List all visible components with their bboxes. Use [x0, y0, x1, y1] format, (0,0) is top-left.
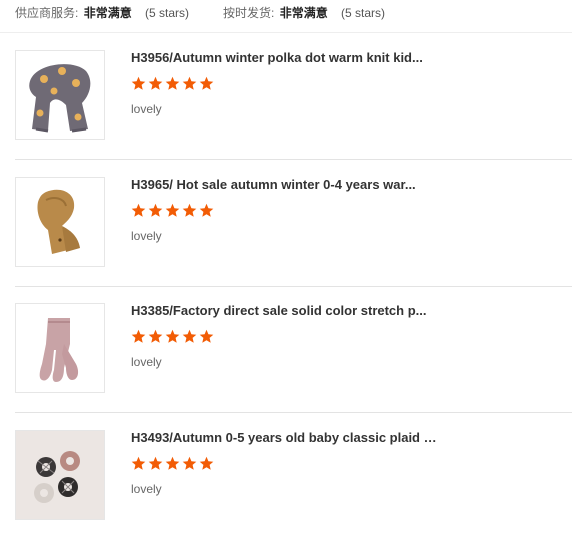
plaid-scrunchies-image — [16, 431, 104, 519]
review-comment: lovely — [131, 482, 162, 496]
review-comment: lovely — [131, 102, 162, 116]
review-comment: lovely — [131, 355, 162, 369]
star-icon — [165, 456, 180, 470]
rating-stars — [131, 203, 214, 221]
polka-dot-scarf-thumbnail[interactable] — [15, 50, 105, 140]
rating-stars — [131, 329, 214, 347]
supplier-service-rating: 供应商服务: 非常满意 (5 stars) — [15, 4, 189, 21]
star-icon — [148, 456, 163, 470]
rating-stars — [131, 456, 214, 474]
star-icon — [182, 76, 197, 90]
star-icon — [199, 203, 214, 217]
star-icon — [182, 203, 197, 217]
on-time-delivery-value: 非常满意 — [279, 6, 328, 20]
star-icon — [199, 76, 214, 90]
star-icon — [165, 76, 180, 90]
brown-scarf-thumbnail[interactable] — [15, 177, 105, 267]
star-icon — [165, 329, 180, 343]
pink-tights-image — [16, 304, 104, 392]
supplier-service-value: 非常满意 — [83, 6, 132, 20]
product-title[interactable]: H3385/Factory direct sale solid color st… — [131, 303, 441, 319]
rating-summary-bar: 供应商服务: 非常满意 (5 stars) 按时发货: 非常满意 (5 star… — [0, 0, 572, 33]
review-item: H3385/Factory direct sale solid color st… — [15, 286, 572, 413]
on-time-delivery-label: 按时发货: — [223, 6, 275, 20]
brown-scarf-image — [16, 178, 104, 266]
star-icon — [199, 456, 214, 470]
product-title[interactable]: H3956/Autumn winter polka dot warm knit … — [131, 50, 441, 66]
star-icon — [131, 203, 146, 217]
star-icon — [131, 456, 146, 470]
on-time-delivery-stars: (5 stars) — [341, 6, 386, 20]
supplier-service-stars: (5 stars) — [145, 6, 190, 20]
review-item: H3956/Autumn winter polka dot warm knit … — [15, 33, 572, 160]
star-icon — [131, 76, 146, 90]
reviews-page: 供应商服务: 非常满意 (5 stars) 按时发货: 非常满意 (5 star… — [0, 0, 572, 537]
pink-tights-thumbnail[interactable] — [15, 303, 105, 393]
star-icon — [182, 329, 197, 343]
polka-dot-scarf-image — [16, 51, 104, 139]
star-icon — [148, 76, 163, 90]
product-title[interactable]: H3965/ Hot sale autumn winter 0-4 years … — [131, 177, 441, 193]
star-icon — [182, 456, 197, 470]
review-comment: lovely — [131, 229, 162, 243]
star-icon — [165, 203, 180, 217]
rating-stars — [131, 76, 214, 94]
product-title[interactable]: H3493/Autumn 0-5 years old baby classic … — [131, 430, 441, 446]
star-icon — [131, 329, 146, 343]
star-icon — [148, 203, 163, 217]
star-icon — [199, 329, 214, 343]
on-time-delivery-rating: 按时发货: 非常满意 (5 stars) — [223, 4, 385, 21]
plaid-scrunchies-thumbnail[interactable] — [15, 430, 105, 520]
supplier-service-label: 供应商服务: — [15, 6, 79, 20]
star-icon — [148, 329, 163, 343]
review-item: H3493/Autumn 0-5 years old baby classic … — [15, 413, 572, 537]
review-item: H3965/ Hot sale autumn winter 0-4 years … — [15, 160, 572, 287]
